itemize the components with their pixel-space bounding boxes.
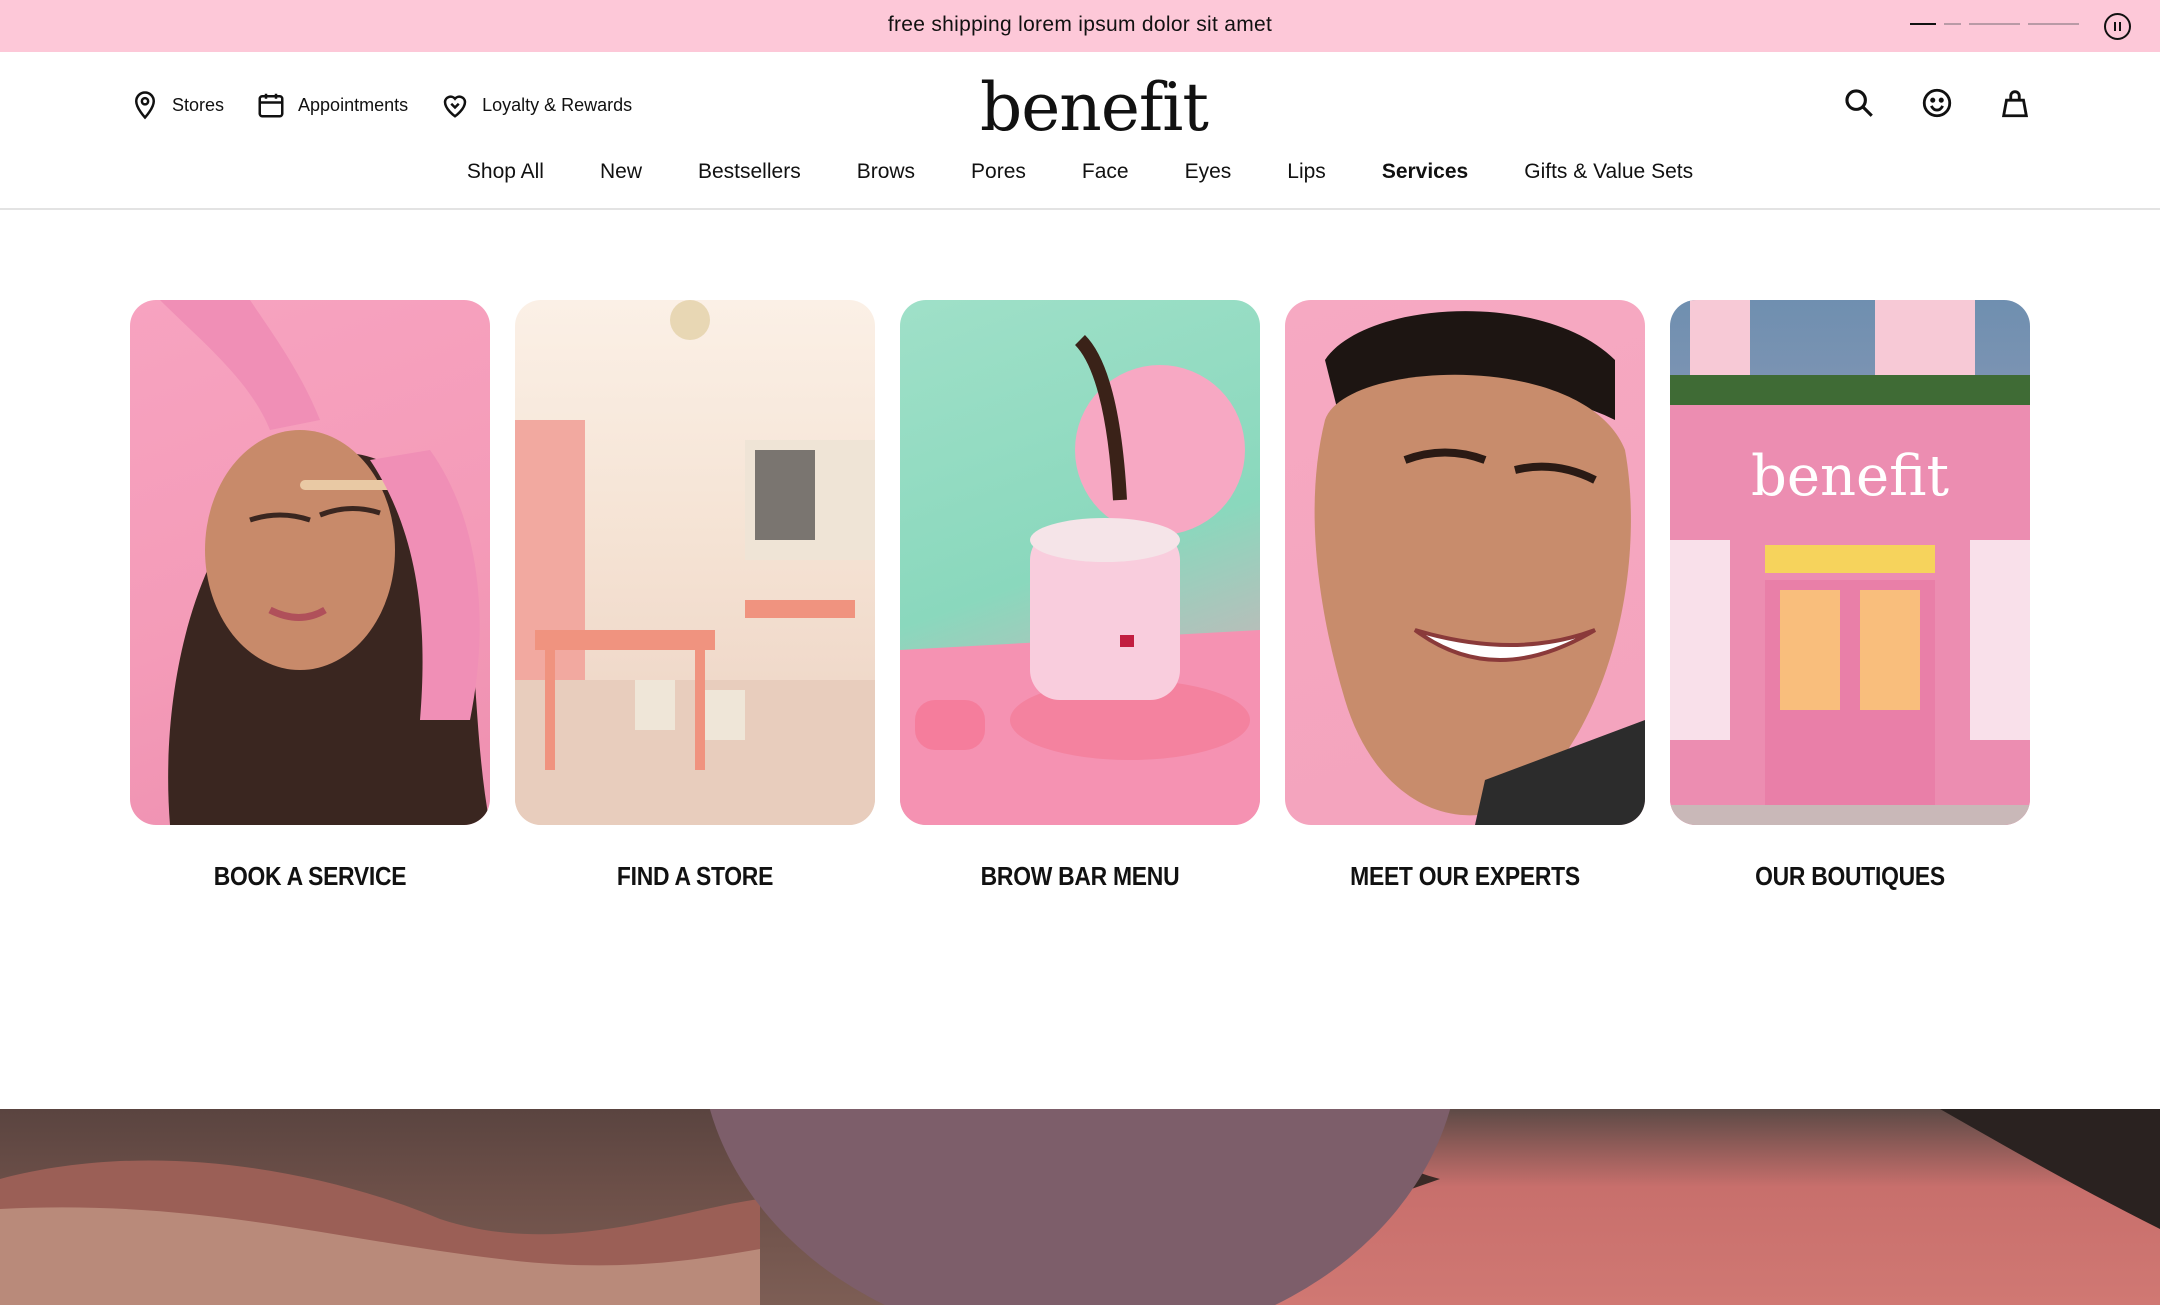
promo-progress-segment[interactable] (2028, 23, 2079, 25)
appointments-link[interactable]: Appointments (256, 90, 408, 120)
utility-links: Stores Appointments Loyalty & Rewards (130, 90, 632, 120)
nav-item-brows[interactable]: Brows (857, 160, 915, 184)
nav-item-eyes[interactable]: Eyes (1185, 160, 1232, 184)
loyalty-rewards-link[interactable]: Loyalty & Rewards (440, 90, 632, 120)
shopping-bag-icon[interactable] (1998, 86, 2032, 120)
promo-progress-segment[interactable] (1910, 23, 1936, 25)
expert-portrait-photo (1314, 311, 1645, 825)
pause-icon[interactable] (2104, 13, 2131, 40)
nav-item-shop-all[interactable]: Shop All (467, 160, 544, 184)
nav-item-face[interactable]: Face (1082, 160, 1129, 184)
card-book-a-service[interactable]: BOOK A SERVICE (130, 300, 490, 892)
stores-label: Stores (172, 94, 225, 115)
wax-warmer-photo (900, 335, 1260, 825)
nav-item-services[interactable]: Services (1382, 160, 1468, 184)
nav-item-bestsellers[interactable]: Bestsellers (698, 160, 801, 184)
card-label-meet-our-experts[interactable]: MEET OUR EXPERTS (1307, 861, 1624, 892)
our-boutiques-image[interactable]: benefit (1670, 300, 2030, 825)
nav-item-pores[interactable]: Pores (971, 160, 1026, 184)
account-smiley-icon[interactable] (1920, 86, 1954, 120)
boutique-storefront-photo: benefit (1670, 300, 2030, 825)
services-cards: BOOK A SERVICE FIND A STORE BROW BAR MEN… (130, 300, 2030, 892)
stores-link[interactable]: Stores (130, 90, 224, 120)
card-brow-bar-menu[interactable]: BROW BAR MENU (900, 300, 1260, 892)
promo-progress-segment[interactable] (1969, 23, 2020, 25)
promo-bar: free shipping lorem ipsum dolor sit amet (0, 0, 2160, 52)
card-meet-our-experts[interactable]: MEET OUR EXPERTS (1285, 300, 1645, 892)
map-pin-icon (134, 91, 156, 120)
promo-progress-segment[interactable] (1944, 23, 1961, 25)
promo-message[interactable]: free shipping lorem ipsum dolor sit amet (0, 0, 2160, 52)
brow-bar-menu-image[interactable] (900, 300, 1260, 825)
main-nav: Shop All New Bestsellers Brows Pores Fac… (0, 160, 2160, 184)
appointments-label: Appointments (298, 94, 409, 115)
book-a-service-image[interactable] (130, 300, 490, 825)
brow-service-photo (160, 300, 490, 825)
nav-item-new[interactable]: New (600, 160, 642, 184)
card-label-brow-bar-menu[interactable]: BROW BAR MENU (922, 861, 1239, 892)
nav-item-gifts-value-sets[interactable]: Gifts & Value Sets (1524, 160, 1693, 184)
calendar-icon (258, 93, 284, 118)
card-label-book-a-service[interactable]: BOOK A SERVICE (152, 861, 469, 892)
find-a-store-image[interactable] (515, 300, 875, 825)
loyalty-rewards-label: Loyalty & Rewards (482, 94, 633, 115)
hero-banner (0, 1109, 2160, 1305)
card-our-boutiques[interactable]: benefit OUR BOUTIQUES (1670, 300, 2030, 892)
promo-progress (1910, 23, 2079, 25)
svg-text:benefit: benefit (1751, 444, 1950, 509)
site-header: Stores Appointments Loyalty & Rewards be… (0, 52, 2160, 210)
meet-our-experts-image[interactable] (1285, 300, 1645, 825)
heart-icon (443, 95, 467, 118)
card-find-a-store[interactable]: FIND A STORE (515, 300, 875, 892)
store-interior-photo (515, 300, 875, 825)
search-icon[interactable] (1842, 86, 1876, 120)
nav-item-lips[interactable]: Lips (1287, 160, 1326, 184)
header-actions (1842, 86, 2032, 120)
card-label-our-boutiques[interactable]: OUR BOUTIQUES (1692, 861, 2009, 892)
card-label-find-a-store[interactable]: FIND A STORE (537, 861, 854, 892)
benefit-logo[interactable]: benefit (980, 68, 1209, 148)
